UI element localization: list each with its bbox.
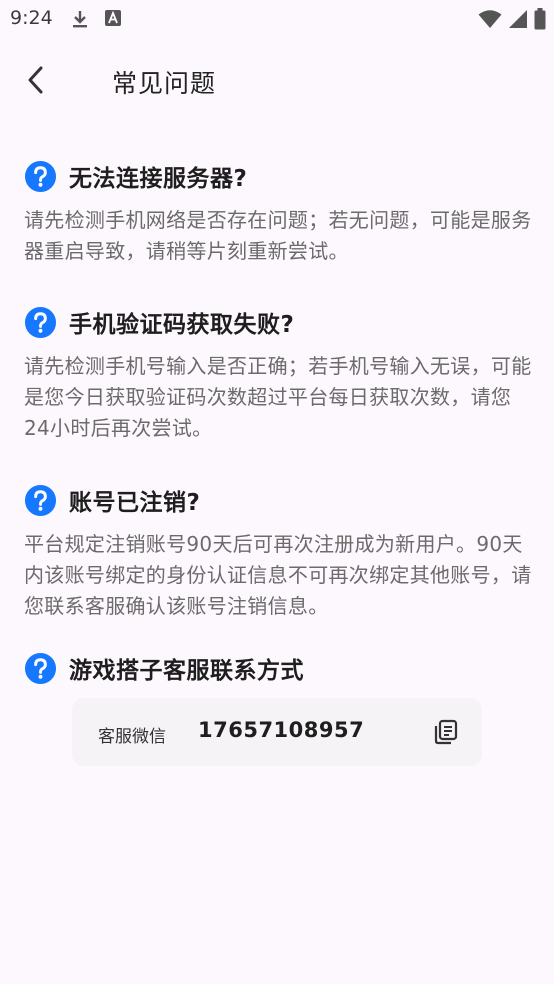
status-time: 9:24: [10, 7, 53, 29]
font-app-icon: [105, 10, 121, 26]
faq-item-sms-code: 手机验证码获取失败? 请先检测手机号输入是否正确；若手机号输入无误，可能是您今日…: [24, 304, 536, 444]
back-button[interactable]: [18, 62, 54, 98]
question-icon: [24, 484, 57, 516]
signal-icon: [509, 10, 527, 28]
page-title: 常见问题: [112, 69, 217, 98]
copy-icon: [434, 719, 458, 745]
faq-answer: 平台规定注销账号90天后可再次注册成为新用户。90天内该账号绑定的身份认证信息不…: [24, 532, 532, 618]
faq-question: 无法连接服务器?: [69, 166, 248, 192]
question-icon: [24, 306, 57, 338]
contact-card: 客服微信 17657108957: [72, 698, 482, 766]
faq-item-server: 无法连接服务器? 请先检测手机网络是否存在问题；若无问题，可能是服务器重启导致，…: [24, 158, 536, 267]
question-icon: [24, 160, 57, 192]
faq-question: 游戏搭子客服联系方式: [69, 658, 304, 684]
status-bar: 9:24: [0, 0, 554, 38]
faq-answer: 请先检测手机号输入是否正确；若手机号输入无误，可能是您今日获取验证码次数超过平台…: [24, 354, 532, 440]
faq-item-account-cancelled: 账号已注销? 平台规定注销账号90天后可再次注册成为新用户。90天内该账号绑定的…: [24, 482, 536, 622]
faq-answer: 请先检测手机网络是否存在问题；若无问题，可能是服务器重启导致，请稍等片刻重新尝试…: [24, 208, 532, 263]
chevron-left-icon: [28, 66, 43, 94]
app-bar: 常见问题: [0, 50, 554, 112]
contact-wechat-id: 17657108957: [198, 718, 365, 742]
faq-item-contact: 游戏搭子客服联系方式: [24, 650, 536, 686]
question-icon: [24, 652, 57, 684]
wifi-icon: [478, 10, 502, 28]
copy-button[interactable]: [432, 718, 460, 746]
contact-label: 客服微信: [98, 727, 166, 747]
download-icon: [73, 11, 87, 28]
faq-question: 账号已注销?: [69, 490, 201, 516]
battery-icon: [534, 8, 546, 30]
faq-question: 手机验证码获取失败?: [69, 312, 295, 338]
